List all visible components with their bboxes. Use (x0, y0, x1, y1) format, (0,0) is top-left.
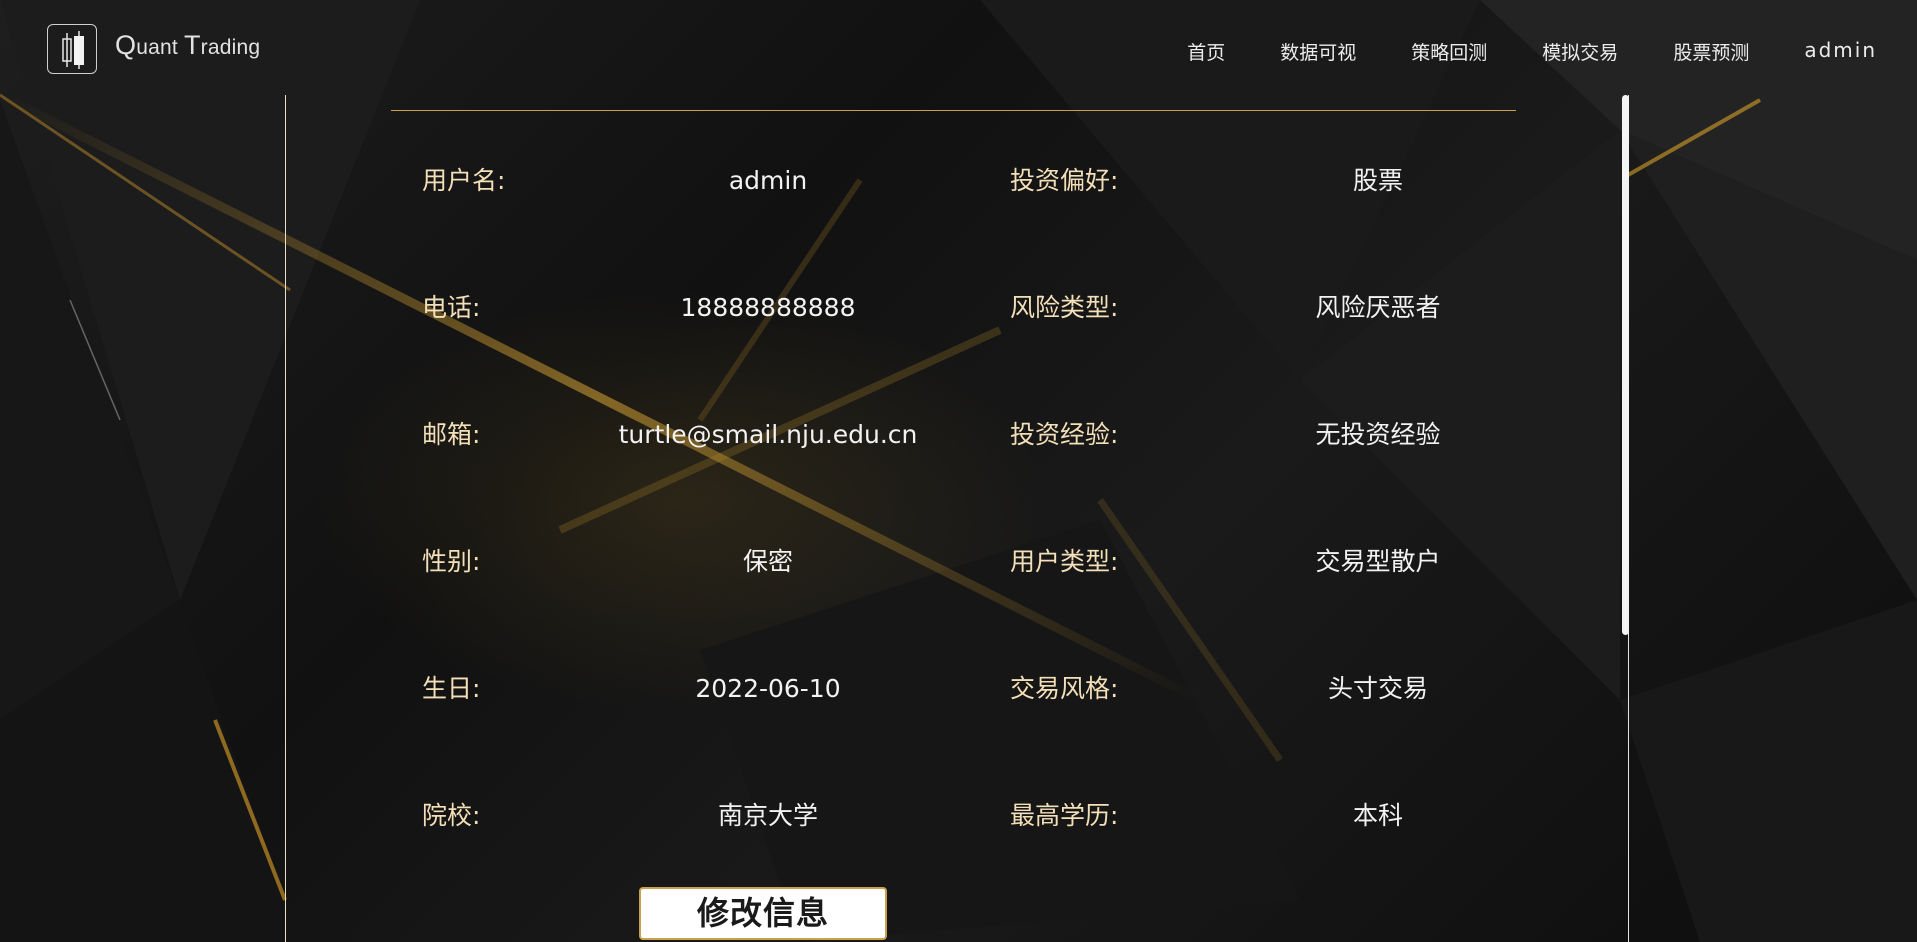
phone-label: 电话: (422, 293, 481, 322)
risk-type-value: 风险厌恶者 (1315, 293, 1441, 322)
investment-preference-value: 股票 (1352, 166, 1404, 195)
school-label: 院校: (422, 801, 481, 830)
candlestick-logo-icon[interactable] (47, 24, 97, 74)
education-value: 本科 (1352, 801, 1404, 830)
brand-initial-q: Q (115, 30, 137, 60)
info-row: 性别: 保密 用户类型: 交易型散户 (0, 542, 1917, 582)
birthday-label: 生日: (422, 674, 481, 703)
nav-simulated-trading[interactable]: 模拟交易 (1542, 38, 1618, 65)
username-label: 用户名: (422, 166, 506, 195)
education-label: 最高学历: (1010, 801, 1119, 830)
section-divider (391, 110, 1516, 111)
nav-user-menu[interactable]: admin (1804, 38, 1877, 65)
info-row: 用户名: admin 投资偏好: 股票 (0, 161, 1917, 201)
brand-initial-t: T (183, 30, 201, 60)
nav-strategy-backtest[interactable]: 策略回测 (1411, 38, 1487, 65)
user-type-value: 交易型散户 (1315, 547, 1441, 576)
investment-preference-label: 投资偏好: (1010, 166, 1119, 195)
top-navbar: Quant Trading 首页 数据可视 策略回测 模拟交易 股票预测 adm… (0, 0, 1917, 100)
brand-word-2: rading (200, 36, 261, 59)
phone-value: 18888888888 (680, 293, 856, 322)
gender-value: 保密 (742, 547, 794, 576)
investment-experience-value: 无投资经验 (1315, 420, 1441, 449)
risk-type-label: 风险类型: (1010, 293, 1119, 322)
gender-label: 性别: (422, 547, 481, 576)
info-row: 生日: 2022-06-10 交易风格: 头寸交易 (0, 669, 1917, 709)
brand-name[interactable]: Quant Trading (115, 30, 260, 61)
trading-style-value: 头寸交易 (1327, 674, 1429, 703)
user-type-label: 用户类型: (1010, 547, 1119, 576)
email-label: 邮箱: (422, 420, 481, 449)
trading-style-label: 交易风格: (1010, 674, 1119, 703)
info-row: 邮箱: turtle@smail.nju.edu.cn 投资经验: 无投资经验 (0, 415, 1917, 455)
info-row: 院校: 南京大学 最高学历: 本科 (0, 796, 1917, 836)
school-value: 南京大学 (717, 801, 819, 830)
nav-home[interactable]: 首页 (1187, 38, 1225, 65)
edit-info-button[interactable]: 修改信息 (639, 887, 887, 940)
main-nav: 首页 数据可视 策略回测 模拟交易 股票预测 admin (1132, 38, 1877, 65)
username-value: admin (728, 166, 808, 195)
info-row: 电话: 18888888888 风险类型: 风险厌恶者 (0, 288, 1917, 328)
nav-data-visualization[interactable]: 数据可视 (1280, 38, 1356, 65)
email-value: turtle@smail.nju.edu.cn (618, 420, 918, 449)
investment-experience-label: 投资经验: (1010, 420, 1119, 449)
birthday-value: 2022-06-10 (695, 674, 841, 703)
brand-word-1: uant (136, 36, 178, 59)
nav-stock-prediction[interactable]: 股票预测 (1673, 38, 1749, 65)
